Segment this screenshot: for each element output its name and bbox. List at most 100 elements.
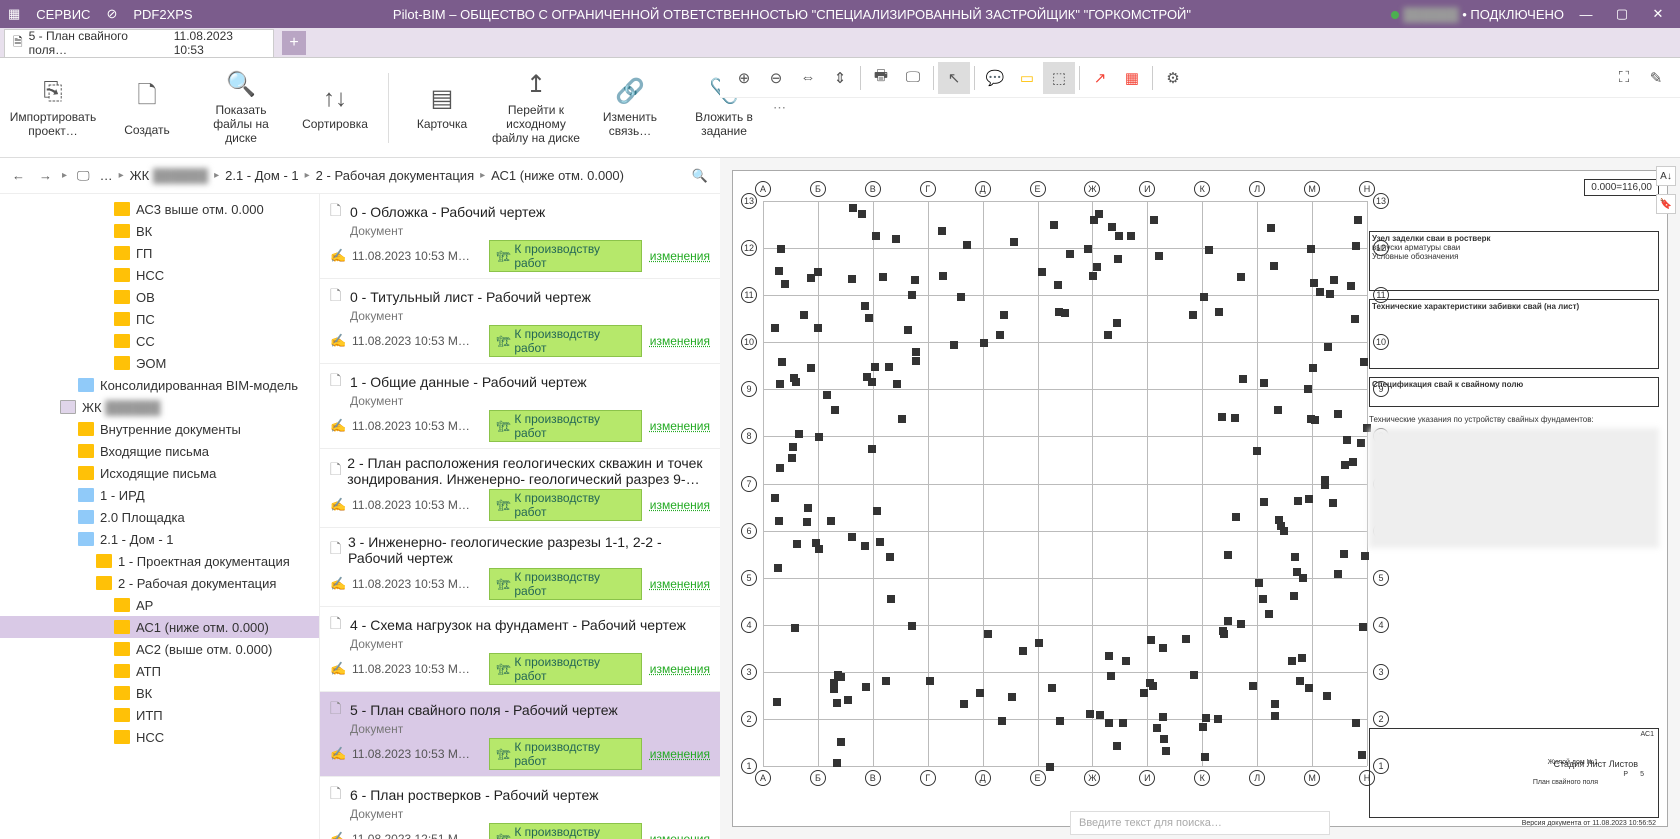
document-list[interactable]: 🗋0 - Обложка - Рабочий чертежДокумент✍11…	[320, 194, 720, 839]
nav-forward-button[interactable]: →	[35, 166, 56, 185]
list-item[interactable]: 🗋1 - Общие данные - Рабочий чертежДокуме…	[320, 364, 720, 449]
tree-node[interactable]: СС	[0, 330, 319, 352]
tree-label: ВК	[136, 224, 152, 239]
tree-node[interactable]: АС3 выше отм. 0.000	[0, 198, 319, 220]
show-files-button[interactable]: 🔍Показать файлы на диске	[196, 63, 286, 153]
tree-node[interactable]: ПС	[0, 308, 319, 330]
fit-width-button[interactable]: ⇔	[792, 62, 824, 94]
tree-node[interactable]: ОВ	[0, 286, 319, 308]
hatch-button[interactable]: ▦	[1116, 62, 1148, 94]
note-button[interactable]: ▭	[1011, 62, 1043, 94]
goto-source-button[interactable]: ↥Перейти к исходному файлу на диске	[491, 63, 581, 153]
close-button[interactable]: ✕	[1644, 6, 1672, 22]
breadcrumb-root[interactable]: …	[100, 168, 113, 183]
tree-node[interactable]: 2 - Рабочая документация	[0, 572, 319, 594]
changes-link[interactable]: изменения	[650, 249, 710, 263]
card-button[interactable]: ▤Карточка	[397, 63, 487, 153]
zoom-out-button[interactable]: ⊖	[760, 62, 792, 94]
changes-link[interactable]: изменения	[650, 334, 710, 348]
changes-link[interactable]: изменения	[650, 419, 710, 433]
edit-button[interactable]: ✎	[1640, 62, 1672, 94]
menu-pdf2xps[interactable]: PDF2XPS	[133, 7, 192, 22]
signature-icon: ✍	[330, 746, 344, 762]
signature-icon: ✍	[330, 248, 344, 264]
document-icon: 🗋	[330, 613, 344, 637]
tree-node[interactable]: НСС	[0, 264, 319, 286]
line-button[interactable]: ↗	[1084, 62, 1116, 94]
breadcrumb-item-4[interactable]: АС1 (ниже отм. 0.000)	[491, 168, 624, 183]
nav-monitor-icon[interactable]: 🖵	[73, 166, 94, 186]
zoom-in-button[interactable]: ⊕	[728, 62, 760, 94]
item-date: 11.08.2023 12:51 М…	[352, 832, 481, 839]
layers-button[interactable]: A↓	[1656, 166, 1676, 186]
tree-node[interactable]: НСС	[0, 726, 319, 748]
search-button[interactable]: 🔍	[688, 166, 712, 186]
list-item[interactable]: 🗋4 - Схема нагрузок на фундамент - Рабоч…	[320, 607, 720, 692]
viewer-search[interactable]: Введите текст для поиска…	[1070, 811, 1330, 835]
item-date: 11.08.2023 10:53 М…	[352, 334, 481, 348]
folder-icon	[114, 664, 130, 678]
folder-icon	[78, 444, 94, 458]
changes-link[interactable]: изменения	[650, 662, 710, 676]
titleblock: АС1 Жилой дом №1 План свайного поля Стад…	[1369, 728, 1659, 818]
tree-node[interactable]: Консолидированная BIM-модель	[0, 374, 319, 396]
tree-node[interactable]: Внутренние документы	[0, 418, 319, 440]
ribbon-more[interactable]: ⋯	[773, 100, 786, 116]
list-item[interactable]: 🗋5 - План свайного поля - Рабочий чертеж…	[320, 692, 720, 777]
comment-button[interactable]: 💬	[979, 62, 1011, 94]
tree-node[interactable]: ЖК ██████	[0, 396, 319, 418]
new-tab-button[interactable]: +	[282, 31, 306, 55]
expand-button[interactable]: ⛶	[1608, 62, 1640, 94]
cursor-button[interactable]: ↖	[938, 62, 970, 94]
tree-node[interactable]: ИТП	[0, 704, 319, 726]
tree-node[interactable]: АР	[0, 594, 319, 616]
list-item[interactable]: 🗋0 - Титульный лист - Рабочий чертежДоку…	[320, 279, 720, 364]
stamp-button[interactable]: ⬚	[1043, 62, 1075, 94]
tree-node[interactable]: АТП	[0, 660, 319, 682]
folder-icon	[78, 532, 94, 546]
tree-node[interactable]: Исходящие письма	[0, 462, 319, 484]
nav-back-button[interactable]: ←	[8, 166, 29, 185]
settings-button[interactable]: ⚙	[1157, 62, 1189, 94]
tree-node[interactable]: АС2 (выше отм. 0.000)	[0, 638, 319, 660]
breadcrumb-item-1[interactable]: ЖК ██████	[130, 168, 208, 183]
tree-label: 1 - ИРД	[100, 488, 145, 503]
tree-node[interactable]: ЭОМ	[0, 352, 319, 374]
changes-link[interactable]: изменения	[650, 498, 710, 512]
sort-button[interactable]: ↑↓Сортировка	[290, 63, 380, 153]
tree-node[interactable]: Входящие письма	[0, 440, 319, 462]
tree-node[interactable]: 1 - Проектная документация	[0, 550, 319, 572]
menu-service[interactable]: СЕРВИС	[36, 7, 90, 22]
breadcrumb-item-3[interactable]: 2 - Рабочая документация	[316, 168, 474, 183]
minimize-button[interactable]: —	[1572, 7, 1600, 22]
tree-node[interactable]: 2.0 Площадка	[0, 506, 319, 528]
list-item[interactable]: 🗋6 - План ростверков - Рабочий чертежДок…	[320, 777, 720, 839]
drawing-canvas[interactable]: 0.000=116,00 ААББВВГГДДЕЕЖЖИИККЛЛММНН131…	[732, 170, 1668, 827]
list-item[interactable]: 🗋3 - Инженерно- геологические разрезы 1-…	[320, 528, 720, 607]
maximize-button[interactable]: ▢	[1608, 6, 1636, 22]
tree-node[interactable]: 2.1 - Дом - 1	[0, 528, 319, 550]
tree[interactable]: АС3 выше отм. 0.000ВКГПНССОВПСССЭОМКонсо…	[0, 194, 320, 839]
create-button[interactable]: 🗋Создать	[102, 63, 192, 153]
tree-node[interactable]: 1 - ИРД	[0, 484, 319, 506]
tree-node[interactable]: ВК	[0, 682, 319, 704]
list-item[interactable]: 🗋0 - Обложка - Рабочий чертежДокумент✍11…	[320, 194, 720, 279]
status-badge: К производству работ	[489, 653, 641, 685]
print-button[interactable]: 🖶	[865, 62, 897, 94]
window-title: Pilot-BIM – ОБЩЕСТВО С ОГРАНИЧЕННОЙ ОТВЕ…	[193, 7, 1392, 22]
tree-node[interactable]: ГП	[0, 242, 319, 264]
tree-node[interactable]: АС1 (ниже отм. 0.000)	[0, 616, 319, 638]
breadcrumb-item-2[interactable]: 2.1 - Дом - 1	[225, 168, 299, 183]
presentation-button[interactable]: 🖵	[897, 62, 929, 94]
fit-height-button[interactable]: ⇕	[824, 62, 856, 94]
list-item[interactable]: 🗋2 - План расположения геологических скв…	[320, 449, 720, 528]
changes-link[interactable]: изменения	[650, 747, 710, 761]
change-link-button[interactable]: 🔗Изменить связь…	[585, 63, 675, 153]
tree-node[interactable]: ВК	[0, 220, 319, 242]
bookmark-button[interactable]: 🔖	[1656, 194, 1676, 214]
document-tab[interactable]: 🗎 5 - План свайного поля… 11.08.2023 10:…	[4, 29, 274, 57]
changes-link[interactable]: изменения	[650, 832, 710, 839]
user-status[interactable]: ██████ • ПОДКЛЮЧЕНО	[1391, 7, 1564, 22]
changes-link[interactable]: изменения	[650, 577, 710, 591]
import-project-button[interactable]: ⎘Импортировать проект…	[8, 63, 98, 153]
